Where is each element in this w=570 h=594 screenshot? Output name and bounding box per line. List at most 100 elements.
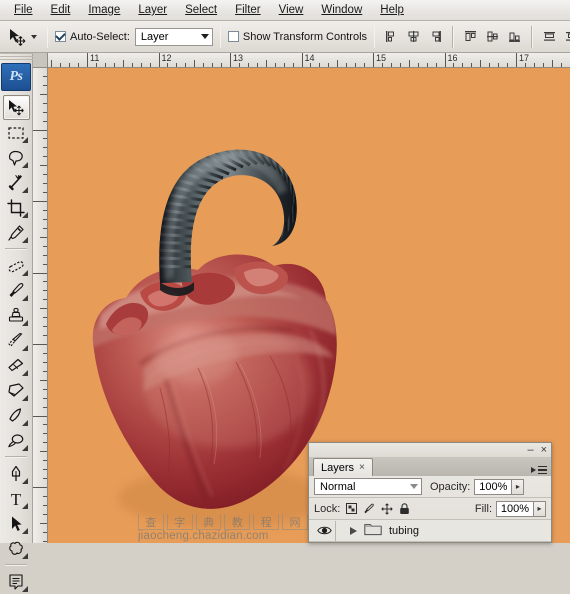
blend-mode-dropdown[interactable]: Normal [314,478,422,495]
tool-preset-chevron-icon[interactable] [31,35,37,39]
group-expand-triangle-icon[interactable] [350,527,357,535]
ruler-label: 11 [88,53,99,63]
ruler-minor-tick [43,85,47,86]
ruler-minor-tick [43,326,47,327]
tool-dodge[interactable] [3,428,30,453]
active-tool-preview[interactable] [3,25,40,49]
lock-image-pixels-icon[interactable] [363,503,375,515]
flyout-triangle-icon [22,395,28,401]
align-right-edges-icon[interactable] [426,27,445,46]
ruler-minor-tick [43,398,47,399]
menu-layer-label: Layer [138,4,167,16]
tab-close-icon[interactable]: × [359,462,365,473]
ruler-minor-tick [60,63,61,67]
menu-layer[interactable]: Layer [129,2,176,18]
ruler-minor-tick [43,290,47,291]
menu-file[interactable]: File [5,2,42,18]
tool-pen[interactable] [3,461,30,486]
menu-image[interactable]: Image [79,2,129,18]
lock-all-icon[interactable] [399,503,410,515]
tool-history-brush[interactable] [3,328,30,353]
panel-menu-icon[interactable] [531,466,547,475]
align-horizontal-centers-icon[interactable] [404,27,423,46]
tool-type[interactable]: T [3,486,30,511]
lock-transparent-pixels-icon[interactable] [346,503,357,514]
tool-blur[interactable] [3,403,30,428]
toolbox-divider-3 [5,564,27,566]
tool-magic-wand[interactable] [3,170,30,195]
flyout-triangle-icon [22,345,28,351]
layers-panel-tabrow: Layers × [309,457,551,476]
ruler-minor-tick [40,523,47,524]
options-separator-4 [452,26,454,48]
ruler-minor-tick [221,63,222,67]
auto-select-dropdown[interactable]: Layer [135,28,213,46]
ruler-minor-tick [43,469,47,470]
vertical-ruler[interactable] [33,68,48,543]
distribute-vertical-centers-icon[interactable] [562,27,570,46]
show-transform-controls-checkbox[interactable] [228,31,239,42]
tool-rectangular-marquee[interactable] [3,120,30,145]
ruler-minor-tick [284,63,285,67]
opacity-value[interactable]: 100% [474,479,512,495]
flyout-triangle-icon [22,162,28,168]
align-left-edges-icon[interactable] [382,27,401,46]
menu-select[interactable]: Select [176,2,226,18]
close-icon[interactable]: × [541,445,547,455]
ruler-minor-tick [319,63,320,67]
ruler-minor-tick [33,130,47,131]
ruler-minor-tick [43,210,47,211]
auto-select-checkbox[interactable] [55,31,66,42]
menu-filter[interactable]: Filter [226,2,270,18]
align-vertical-centers-icon[interactable] [483,27,502,46]
menu-window[interactable]: Window [312,2,371,18]
ruler-minor-tick [43,335,47,336]
ruler-minor-tick [40,380,47,381]
minimize-icon[interactable]: – [527,445,533,455]
menu-image-label: Image [88,4,120,16]
tab-layers[interactable]: Layers × [313,458,373,476]
layer-visibility-toggle[interactable] [313,525,335,536]
tool-gradient[interactable] [3,378,30,403]
opacity-stepper-icon[interactable]: ▸ [512,479,524,495]
ruler-minor-tick [212,63,213,67]
align-bottom-edges-icon[interactable] [505,27,524,46]
align-top-edges-icon[interactable] [461,27,480,46]
ruler-minor-tick [43,156,47,157]
menu-select-label: Select [185,4,217,16]
ruler-minor-tick [266,60,267,67]
tool-healing-brush[interactable] [3,253,30,278]
menu-edit[interactable]: Edit [42,2,80,18]
menu-help[interactable]: Help [371,2,413,18]
tool-lasso[interactable] [3,145,30,170]
lock-position-icon[interactable] [381,503,393,515]
tool-brush[interactable] [3,278,30,303]
layers-panel-titlebar[interactable]: – × [309,443,551,457]
tool-crop[interactable] [3,195,30,220]
tool-clone-stamp[interactable] [3,303,30,328]
tool-move[interactable] [3,95,30,120]
ruler-minor-tick [43,192,47,193]
ruler-minor-tick [176,63,177,67]
ruler-minor-tick [409,60,410,67]
distribute-top-edges-icon[interactable] [540,27,559,46]
tool-eraser[interactable] [3,353,30,378]
ruler-minor-tick [43,112,47,113]
ruler-minor-tick [43,76,47,77]
fill-value[interactable]: 100% [496,501,534,517]
flyout-triangle-icon [22,503,28,509]
ruler-corner[interactable] [33,53,48,68]
tool-eyedropper[interactable] [3,220,30,245]
layer-row-tubing[interactable]: tubing [309,520,551,542]
ruler-minor-tick [43,121,47,122]
tool-custom-shape[interactable] [3,536,30,561]
horizontal-ruler[interactable]: 11121314151617 [48,53,570,68]
tool-path-selection[interactable] [3,511,30,536]
ruler-minor-tick [427,63,428,67]
menu-view[interactable]: View [270,2,313,18]
auto-select-label: Auto-Select: [70,31,130,43]
fill-stepper-icon[interactable]: ▸ [534,501,546,517]
tool-notes[interactable] [3,569,30,594]
blend-mode-value: Normal [320,481,355,493]
toolbox-grip[interactable] [0,53,33,61]
